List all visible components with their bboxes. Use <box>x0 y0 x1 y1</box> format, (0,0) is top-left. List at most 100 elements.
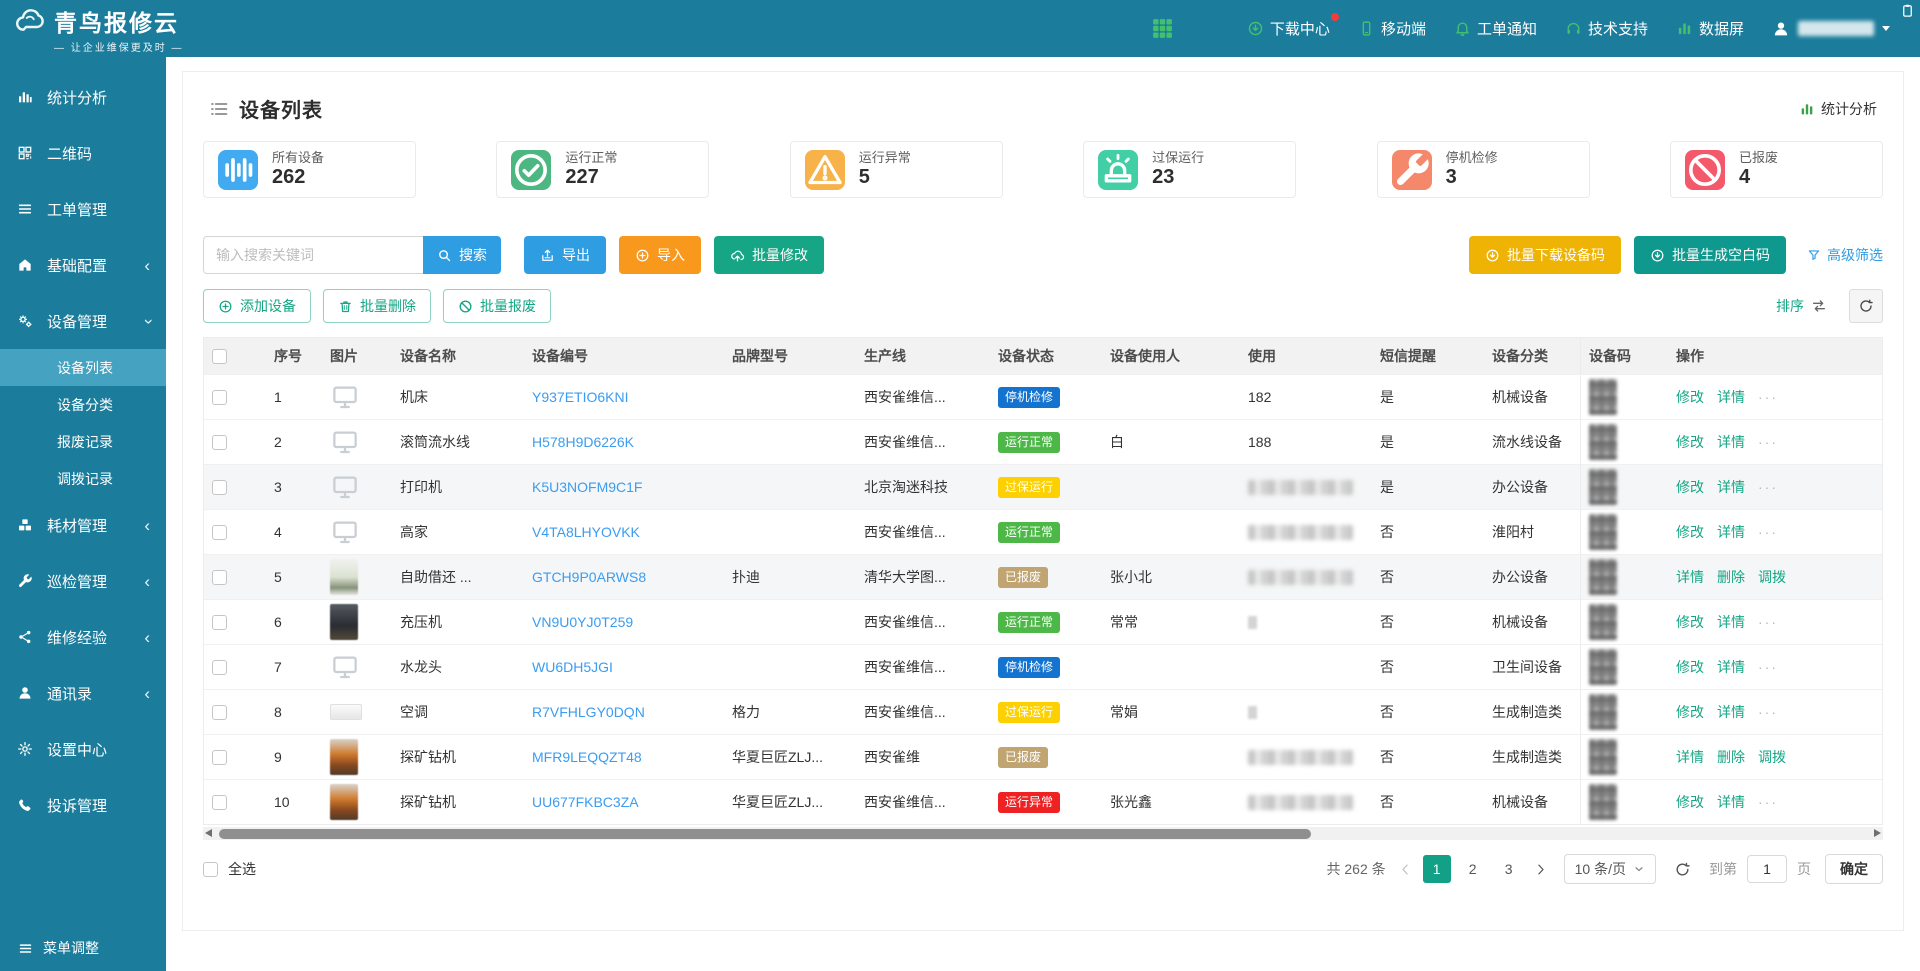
scrollbar-thumb[interactable] <box>219 829 1311 839</box>
nav-order-notify[interactable]: 工单通知 <box>1454 18 1537 39</box>
action-link[interactable]: 修改 <box>1676 432 1704 452</box>
action-more[interactable]: ··· <box>1758 614 1778 630</box>
action-link[interactable]: 修改 <box>1676 387 1704 407</box>
action-link[interactable]: 调拨 <box>1758 747 1786 767</box>
action-link[interactable]: 修改 <box>1676 477 1704 497</box>
device-code-link[interactable]: GTCH9P0ARWS8 <box>532 569 646 585</box>
action-link[interactable]: 修改 <box>1676 612 1704 632</box>
row-checkbox[interactable] <box>212 795 227 810</box>
scroll-right-arrow-icon[interactable] <box>1874 829 1881 837</box>
sidebar-subitem-transfer-records[interactable]: 调拨记录 <box>0 460 166 497</box>
nav-data-screen[interactable]: 数据屏 <box>1676 18 1744 39</box>
device-code-link[interactable]: MFR9LEQQZT48 <box>532 749 642 765</box>
sidebar-item-settings[interactable]: 设置中心 <box>0 721 166 777</box>
export-button[interactable]: 导出 <box>524 236 606 274</box>
device-code-link[interactable]: K5U3NOFM9C1F <box>532 479 642 495</box>
action-link[interactable]: 调拨 <box>1758 567 1786 587</box>
sidebar-item-stats[interactable]: 统计分析 <box>0 69 166 125</box>
sidebar-subitem-device-category[interactable]: 设备分类 <box>0 386 166 423</box>
action-more[interactable]: ··· <box>1758 479 1778 495</box>
device-code-link[interactable]: UU677FKBC3ZA <box>532 794 639 810</box>
per-page-select[interactable]: 10 条/页 <box>1564 854 1656 884</box>
horizontal-scrollbar[interactable] <box>203 827 1883 840</box>
action-link[interactable]: 修改 <box>1676 522 1704 542</box>
sidebar-item-base-config[interactable]: 基础配置‹ <box>0 237 166 293</box>
nav-mobile[interactable]: 移动端 <box>1358 18 1426 39</box>
action-link[interactable]: 修改 <box>1676 792 1704 812</box>
row-checkbox[interactable] <box>212 615 227 630</box>
action-more[interactable]: ··· <box>1758 389 1778 405</box>
sidebar-subitem-scrap-records[interactable]: 报废记录 <box>0 423 166 460</box>
batch-edit-button[interactable]: 批量修改 <box>714 236 824 274</box>
device-code-link[interactable]: H578H9D6226K <box>532 434 634 450</box>
row-checkbox[interactable] <box>212 390 227 405</box>
sidebar-item-contacts[interactable]: 通讯录‹ <box>0 665 166 721</box>
action-link[interactable]: 详情 <box>1676 747 1704 767</box>
action-more[interactable]: ··· <box>1758 434 1778 450</box>
row-checkbox[interactable] <box>212 570 227 585</box>
action-link[interactable]: 详情 <box>1717 612 1745 632</box>
sidebar-item-repair-exp[interactable]: 维修经验‹ <box>0 609 166 665</box>
row-checkbox[interactable] <box>212 660 227 675</box>
search-button[interactable]: 搜索 <box>423 236 501 274</box>
action-more[interactable]: ··· <box>1758 704 1778 720</box>
action-link[interactable]: 删除 <box>1717 747 1745 767</box>
action-link[interactable]: 详情 <box>1717 522 1745 542</box>
apps-grid-icon[interactable] <box>1150 16 1175 41</box>
action-link[interactable]: 详情 <box>1676 567 1704 587</box>
header-checkbox[interactable] <box>212 349 227 364</box>
sidebar-item-orders[interactable]: 工单管理 <box>0 181 166 237</box>
action-link[interactable]: 修改 <box>1676 657 1704 677</box>
sidebar-item-qrcode[interactable]: 二维码 <box>0 125 166 181</box>
goto-page-input[interactable]: 1 <box>1747 855 1787 883</box>
action-link[interactable]: 删除 <box>1717 567 1745 587</box>
action-more[interactable]: ··· <box>1758 524 1778 540</box>
batch-download-codes-button[interactable]: 批量下载设备码 <box>1469 236 1621 274</box>
add-device-button[interactable]: 添加设备 <box>203 289 311 323</box>
action-link[interactable]: 详情 <box>1717 432 1745 452</box>
device-code-link[interactable]: V4TA8LHYOVKK <box>532 524 640 540</box>
next-page-button[interactable] <box>1533 862 1548 877</box>
sidebar-item-complaints[interactable]: 投诉管理 <box>0 777 166 833</box>
advanced-filter-link[interactable]: 高级筛选 <box>1807 245 1883 265</box>
row-checkbox[interactable] <box>212 750 227 765</box>
row-checkbox[interactable] <box>212 435 227 450</box>
scroll-left-arrow-icon[interactable] <box>205 829 212 837</box>
batch-scrap-button[interactable]: 批量报废 <box>443 289 551 323</box>
device-code-link[interactable]: Y937ETIO6KNI <box>532 389 629 405</box>
sidebar-item-inspection[interactable]: 巡检管理‹ <box>0 553 166 609</box>
row-checkbox[interactable] <box>212 705 227 720</box>
user-menu[interactable] <box>1772 20 1890 38</box>
action-link[interactable]: 修改 <box>1676 702 1704 722</box>
select-all-checkbox[interactable] <box>203 862 218 877</box>
page-button-3[interactable]: 3 <box>1495 855 1523 883</box>
refresh-button[interactable] <box>1849 289 1883 323</box>
nav-tech-support[interactable]: 技术支持 <box>1565 18 1648 39</box>
menu-adjust-button[interactable]: 菜单调整 <box>0 925 166 971</box>
action-link[interactable]: 详情 <box>1717 387 1745 407</box>
device-code-link[interactable]: WU6DH5JGI <box>532 659 613 675</box>
row-checkbox[interactable] <box>212 480 227 495</box>
select-all[interactable]: 全选 <box>203 859 256 879</box>
row-checkbox[interactable] <box>212 525 227 540</box>
sort-toggle[interactable]: 排序 <box>1776 296 1827 316</box>
page-button-1[interactable]: 1 <box>1423 855 1451 883</box>
sidebar-item-devices[interactable]: 设备管理‹ <box>0 293 166 349</box>
action-link[interactable]: 详情 <box>1717 477 1745 497</box>
statistics-link[interactable]: 统计分析 <box>1799 99 1877 119</box>
batch-delete-button[interactable]: 批量删除 <box>323 289 431 323</box>
search-input[interactable] <box>203 236 423 274</box>
confirm-button[interactable]: 确定 <box>1825 854 1883 884</box>
action-link[interactable]: 详情 <box>1717 657 1745 677</box>
device-code-link[interactable]: R7VFHLGY0DQN <box>532 704 645 720</box>
pagination-refresh-icon[interactable] <box>1674 861 1691 878</box>
page-button-2[interactable]: 2 <box>1459 855 1487 883</box>
batch-generate-blank-button[interactable]: 批量生成空白码 <box>1634 236 1786 274</box>
import-button[interactable]: 导入 <box>619 236 701 274</box>
device-code-link[interactable]: VN9U0YJ0T259 <box>532 614 633 630</box>
sidebar-subitem-device-list[interactable]: 设备列表 <box>0 349 166 386</box>
clipboard-icon[interactable] <box>1900 3 1915 18</box>
sidebar-item-consumables[interactable]: 耗材管理‹ <box>0 497 166 553</box>
nav-download-center[interactable]: 下载中心 <box>1247 18 1330 39</box>
action-link[interactable]: 详情 <box>1717 702 1745 722</box>
